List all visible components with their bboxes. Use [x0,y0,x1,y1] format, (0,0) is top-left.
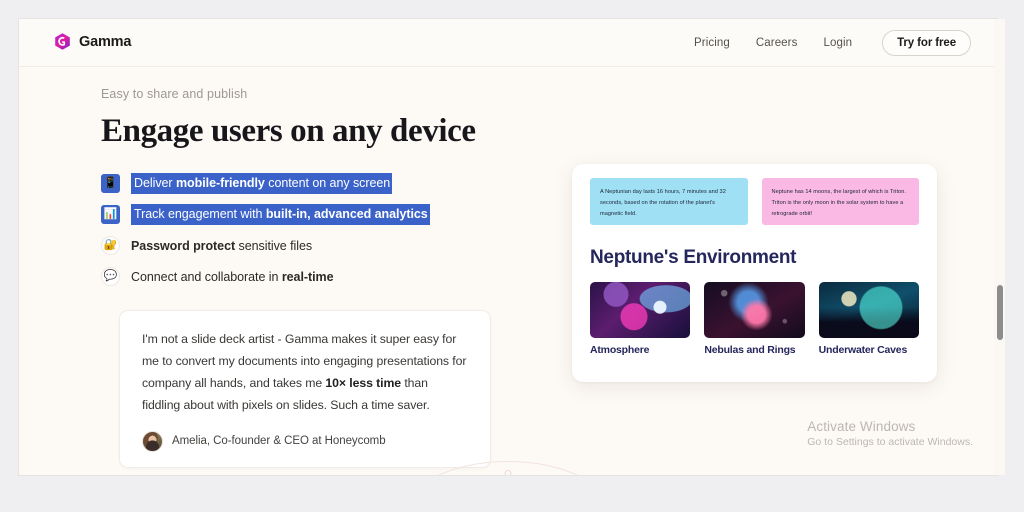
screen: Gamma Pricing Careers Login Try for free… [0,0,1024,512]
feature-item-password-protect[interactable]: 🔐 Password protect sensitive files [101,234,521,258]
feature-list: 📱 Deliver mobile-friendly content on any… [101,172,521,289]
thumbnail-image [818,282,919,338]
gamma-logo-icon [55,33,70,50]
thumbnail-label: Nebulas and Rings [704,344,796,356]
thumbnail-row: Atmosphere Nebulas and Rings Underwater … [590,282,919,356]
vertical-scrollbar-track[interactable] [994,19,1005,475]
feature-item-analytics[interactable]: 📊 Track engagement with built-in, advanc… [101,203,521,227]
vertical-scrollbar-thumb[interactable] [997,285,1003,340]
thumbnail-image [704,282,805,338]
hero-eyebrow: Easy to share and publish [101,87,248,101]
testimonial-quote: I'm not a slide deck artist - Gamma make… [142,332,467,412]
feature-label: Track engagement with built-in, advanced… [131,204,430,226]
presentation-preview-card[interactable]: A Neptunian day lasts 16 hours, 7 minute… [572,164,937,382]
brand-name: Gamma [79,33,132,50]
thumbnail-label: Atmosphere [590,344,650,356]
feature-item-mobile-friendly[interactable]: 📱 Deliver mobile-friendly content on any… [101,172,521,196]
callout-neptune-moons: Neptune has 14 moons, the largest of whi… [761,178,919,225]
web-page-viewport: Gamma Pricing Careers Login Try for free… [18,18,998,476]
testimonial-attribution: Amelia, Co-founder & CEO at Honeycomb [142,430,468,452]
thumbnail-card-nebulas-and-rings[interactable]: Nebulas and Rings [704,282,805,356]
nav-link-careers[interactable]: Careers [756,30,798,56]
feature-item-real-time[interactable]: 💬 Connect and collaborate in real-time [101,265,521,289]
main-navigation: Pricing Careers Login Try for free [694,30,971,56]
slide-title: Neptune's Environment [590,247,797,268]
thumbnail-label: Underwater Caves [818,344,908,356]
mobile-device-icon: 📱 [101,174,120,194]
thumbnail-image [590,282,691,338]
brand-logo[interactable]: Gamma [53,32,131,51]
hero-left-column: Easy to share and publish Engage users o… [101,87,521,289]
callout-row: A Neptunian day lasts 16 hours, 7 minute… [590,178,919,225]
testimonial-card: I'm not a slide deck artist - Gamma make… [119,310,491,468]
lock-folder-icon: 🔐 [101,236,120,256]
windows-activation-watermark: Activate Windows Go to Settings to activ… [807,419,973,448]
site-header: Gamma Pricing Careers Login Try for free [19,19,997,67]
decorative-arc-dot [504,470,512,475]
watermark-subtitle: Go to Settings to activate Windows. [807,436,973,448]
watermark-title: Activate Windows [807,419,916,434]
avatar [142,430,163,452]
testimonial-author: Amelia, Co-founder & CEO at Honeycomb [172,435,386,447]
nav-link-pricing[interactable]: Pricing [694,30,730,56]
feature-label: Password protect sensitive files [131,238,313,253]
thumbnail-card-atmosphere[interactable]: Atmosphere [590,282,691,356]
feature-label: Deliver mobile-friendly content on any s… [131,173,393,195]
bar-chart-icon: 📊 [101,205,120,225]
nav-link-login[interactable]: Login [823,30,852,56]
speech-bubble-icon: 💬 [101,267,120,287]
callout-neptunian-day: A Neptunian day lasts 16 hours, 7 minute… [590,178,748,225]
page-title: Engage users on any device [101,113,476,149]
thumbnail-card-underwater-caves[interactable]: Underwater Caves [818,282,919,356]
feature-label: Connect and collaborate in real-time [131,269,334,284]
try-for-free-button[interactable]: Try for free [882,30,971,56]
